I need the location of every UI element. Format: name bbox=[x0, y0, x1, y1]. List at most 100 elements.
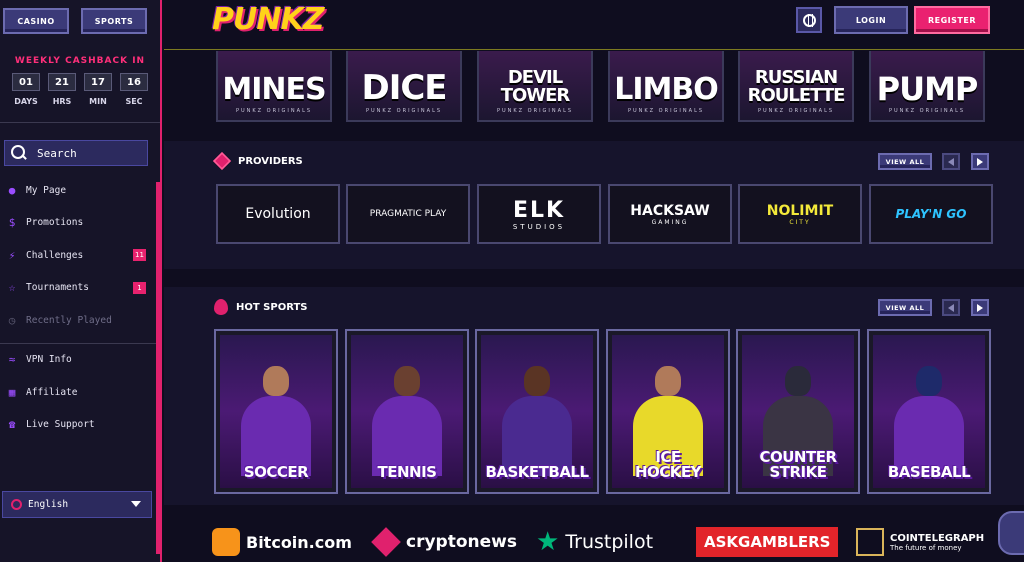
sidebar-item-label: Affiliate bbox=[26, 386, 78, 398]
partner-name: ASKGAMBLERS bbox=[704, 533, 831, 551]
providers-view-all-button[interactable]: VIEW ALL bbox=[878, 153, 932, 170]
cashback-title: WEEKLY CASHBACK IN bbox=[14, 56, 146, 66]
partner-askgamblers[interactable]: ASKGAMBLERS bbox=[696, 527, 839, 557]
cube-icon bbox=[212, 151, 232, 171]
sidebar-item-vpn-info[interactable]: ≈ VPN Info bbox=[0, 344, 160, 377]
providers-prev-button[interactable] bbox=[942, 153, 960, 170]
providers-next-button[interactable] bbox=[971, 153, 989, 170]
cryptonews-icon bbox=[371, 527, 401, 557]
logo[interactable]: PUNKZ bbox=[212, 2, 324, 37]
sport-card-baseball[interactable]: BASEBALL bbox=[867, 329, 991, 494]
athlete-image bbox=[894, 358, 964, 476]
sport-name: COUNTER STRIKE bbox=[759, 448, 837, 481]
provider-elk[interactable]: ELK STUDIOS bbox=[477, 184, 601, 244]
globe-button[interactable] bbox=[796, 7, 822, 33]
original-card-dice[interactable]: DICE PUNKZ ORIGINALS bbox=[346, 51, 462, 122]
casino-button[interactable]: CASINO bbox=[3, 8, 69, 34]
sidebar-item-label: My Page bbox=[26, 184, 67, 196]
sport-card-tennis[interactable]: TENNIS bbox=[345, 329, 469, 494]
provider-sub: CITY bbox=[789, 218, 811, 226]
language-select[interactable]: English bbox=[2, 491, 152, 518]
partner-bitcoin[interactable]: Bitcoin.com bbox=[212, 527, 352, 557]
sidebar: CASINO SPORTS WEEKLY CASHBACK IN 01 21 1… bbox=[0, 0, 162, 562]
providers-title: PROVIDERS bbox=[238, 155, 303, 167]
sport-name: ICE HOCKEY bbox=[634, 448, 702, 481]
fire-icon bbox=[214, 299, 228, 315]
sport-name: SOCCER bbox=[243, 463, 309, 481]
lightning-icon: ⚡ bbox=[8, 248, 16, 262]
sidebar-nav: ● My Page $ Promotions ⚡ Challenges 11 ☆… bbox=[0, 174, 160, 337]
sidebar-item-challenges[interactable]: ⚡ Challenges 11 bbox=[0, 239, 160, 272]
sport-card-soccer[interactable]: SOCCER bbox=[214, 329, 338, 494]
sidebar-item-label: VPN Info bbox=[26, 354, 72, 366]
sidebar-item-live-support[interactable]: ☎ Live Support bbox=[0, 409, 160, 442]
star-icon: ★ bbox=[536, 527, 560, 557]
provider-pragmatic-play[interactable]: PRAGMATIC PLAY bbox=[346, 184, 470, 244]
divider bbox=[0, 122, 160, 123]
sport-card-ice-hockey[interactable]: ICE HOCKEY bbox=[606, 329, 730, 494]
countdown-hrs: 21 bbox=[48, 73, 76, 91]
provider-name: PLAY'N GO bbox=[895, 207, 967, 221]
chevron-right-icon bbox=[977, 157, 983, 166]
hot-sports-view-all-button[interactable]: VIEW ALL bbox=[878, 299, 932, 316]
countdown-sec: 16 bbox=[120, 73, 148, 91]
provider-name: NOLIMIT bbox=[766, 202, 834, 219]
countdown-days: 01 bbox=[12, 73, 40, 91]
partner-name: cryptonews bbox=[406, 532, 517, 552]
hot-sports-title: HOT SPORTS bbox=[236, 301, 308, 313]
sidebar-scrollbar[interactable] bbox=[156, 182, 160, 554]
clock-icon: ◷ bbox=[8, 313, 16, 327]
partner-cryptonews[interactable]: cryptonews bbox=[371, 527, 517, 557]
provider-evolution[interactable]: Evolution bbox=[216, 184, 340, 244]
provider-nolimit[interactable]: NOLIMIT CITY bbox=[738, 184, 862, 244]
search-icon bbox=[11, 145, 27, 161]
header: PUNKZ LOGIN REGISTER bbox=[164, 0, 1024, 50]
user-icon: ● bbox=[8, 183, 16, 197]
provider-hacksaw[interactable]: HACKSAW GAMING bbox=[608, 184, 732, 244]
hot-sports-next-button[interactable] bbox=[971, 299, 989, 316]
login-button[interactable]: LOGIN bbox=[834, 6, 908, 34]
original-card-devil-tower[interactable]: DEVIL TOWER PUNKZ ORIGINALS bbox=[477, 51, 593, 122]
original-card-pump[interactable]: PUMP PUNKZ ORIGINALS bbox=[869, 51, 985, 122]
original-card-russian-roulette[interactable]: RUSSIAN ROULETTE PUNKZ ORIGINALS bbox=[738, 51, 854, 122]
sport-name: TENNIS bbox=[377, 463, 437, 481]
hot-sports-prev-button[interactable] bbox=[942, 299, 960, 316]
original-sub: PUNKZ ORIGINALS bbox=[365, 108, 443, 114]
sidebar-item-promotions[interactable]: $ Promotions bbox=[0, 207, 160, 240]
sidebar-item-recently-played[interactable]: ◷ Recently Played bbox=[0, 304, 160, 337]
originals-section: MINES PUNKZ ORIGINALS DICE PUNKZ ORIGINA… bbox=[164, 51, 1024, 131]
chevron-right-icon bbox=[977, 303, 983, 312]
original-card-mines[interactable]: MINES PUNKZ ORIGINALS bbox=[216, 51, 332, 122]
search-label: Search bbox=[37, 146, 77, 160]
challenges-badge: 11 bbox=[133, 249, 146, 261]
sport-name: BASEBALL bbox=[887, 463, 971, 481]
sport-card-counter-strike[interactable]: COUNTER STRIKE bbox=[736, 329, 860, 494]
cointelegraph-icon bbox=[856, 528, 884, 556]
sidebar-nav-secondary: ≈ VPN Info ▦ Affiliate ☎ Live Support bbox=[0, 344, 160, 442]
wifi-icon: ≈ bbox=[8, 353, 16, 367]
register-button[interactable]: REGISTER bbox=[914, 6, 990, 34]
sidebar-item-my-page[interactable]: ● My Page bbox=[0, 174, 160, 207]
search-input[interactable]: Search bbox=[4, 140, 148, 166]
globe-icon bbox=[802, 13, 816, 27]
partner-trustpilot[interactable]: ★ Trustpilot bbox=[536, 527, 653, 557]
original-name: RUSSIAN ROULETTE bbox=[747, 67, 846, 106]
original-sub: PUNKZ ORIGINALS bbox=[888, 108, 966, 114]
partner-name: COINTELEGRAPH bbox=[890, 532, 985, 544]
sidebar-item-affiliate[interactable]: ▦ Affiliate bbox=[0, 376, 160, 409]
app: CASINO SPORTS WEEKLY CASHBACK IN 01 21 1… bbox=[0, 0, 1024, 562]
provider-playngo[interactable]: PLAY'N GO bbox=[869, 184, 993, 244]
hot-sports-heading: HOT SPORTS bbox=[214, 299, 307, 315]
sport-card-basketball[interactable]: BASKETBALL bbox=[475, 329, 599, 494]
sidebar-item-tournaments[interactable]: ☆ Tournaments 1 bbox=[0, 272, 160, 305]
original-card-limbo[interactable]: LIMBO PUNKZ ORIGINALS bbox=[608, 51, 724, 122]
partner-tagline: The future of money bbox=[890, 543, 962, 552]
original-name: DICE bbox=[361, 68, 447, 108]
chevron-left-icon bbox=[948, 157, 954, 166]
gift-icon: ▦ bbox=[8, 385, 16, 399]
partner-cointelegraph[interactable]: COINTELEGRAPH The future of money bbox=[856, 527, 992, 557]
sports-button[interactable]: SPORTS bbox=[81, 8, 147, 34]
chat-button[interactable] bbox=[998, 511, 1024, 555]
athlete-image bbox=[372, 358, 442, 476]
provider-sub: STUDIOS bbox=[512, 222, 566, 231]
